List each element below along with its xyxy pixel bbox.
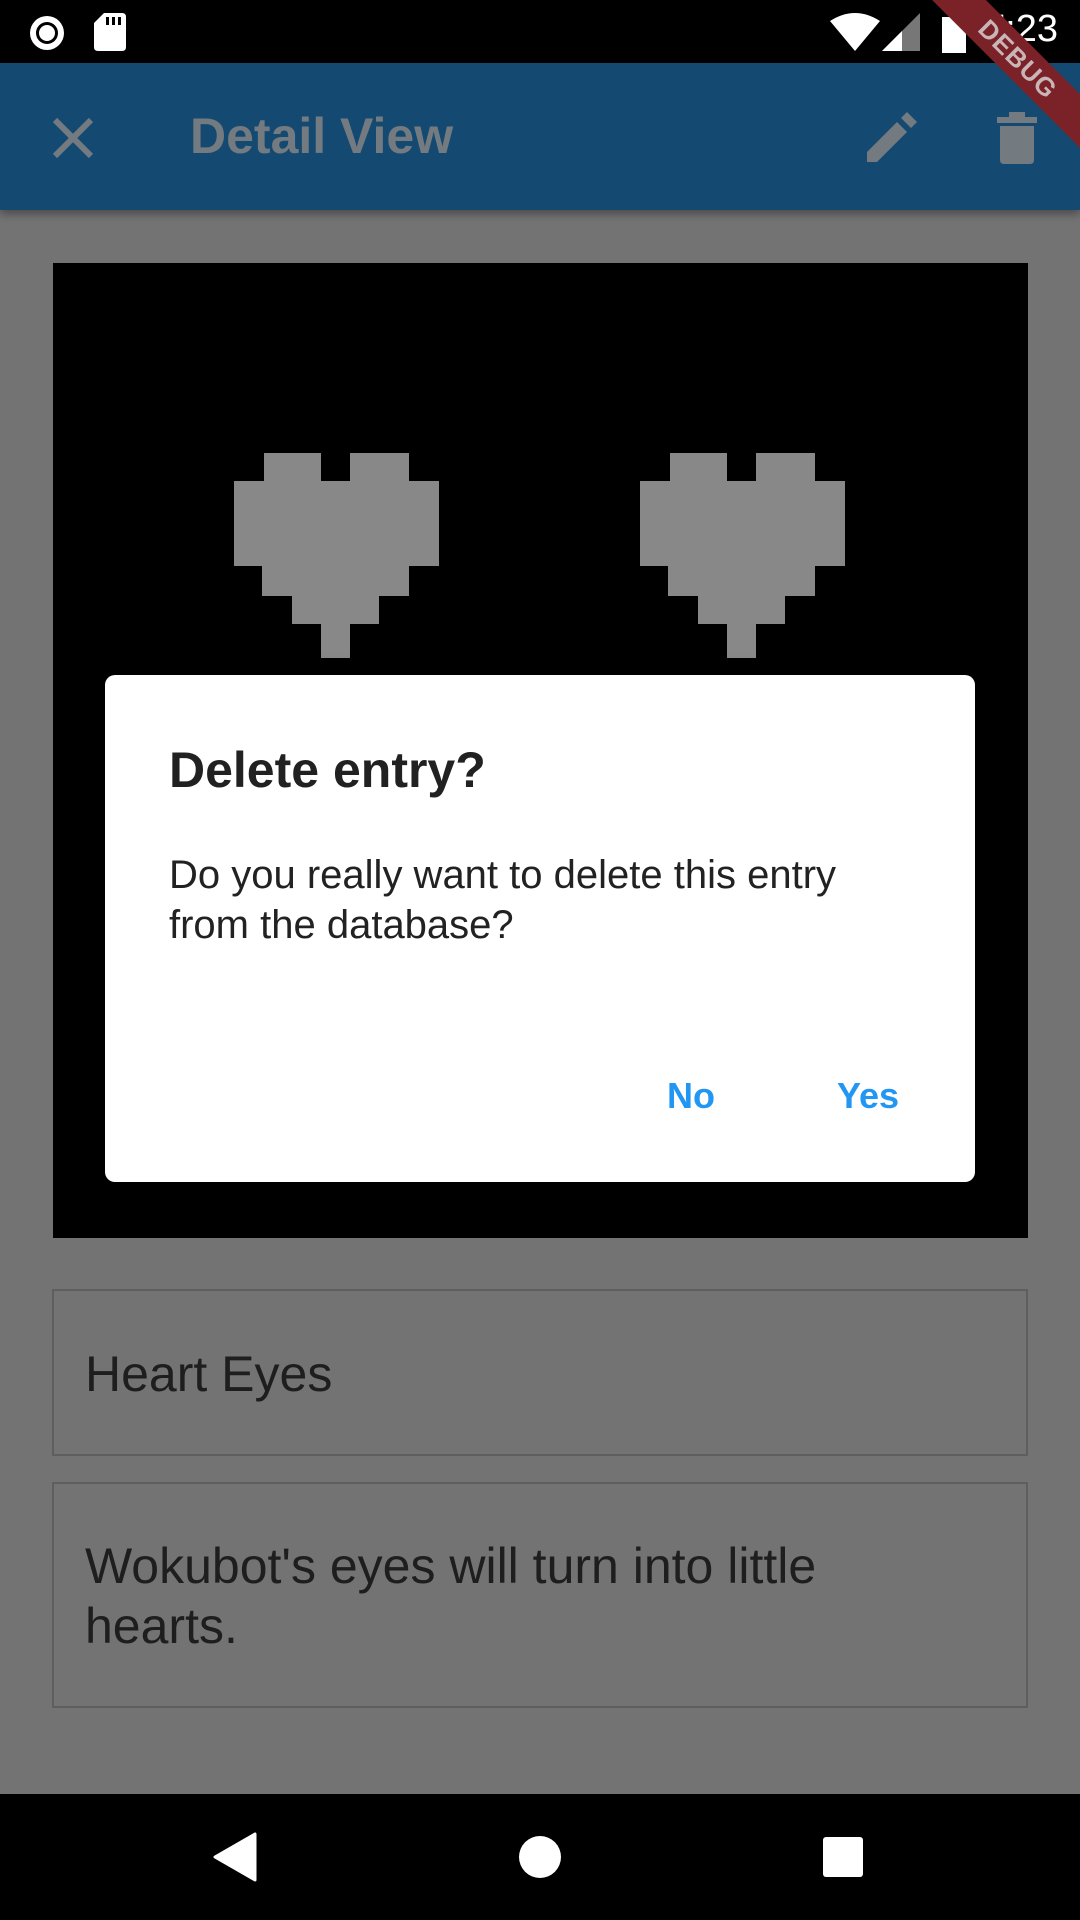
delete-dialog: Delete entry? Do you really want to dele… <box>105 675 975 1182</box>
heart-left-icon <box>234 453 439 658</box>
edit-icon <box>867 112 917 162</box>
battery-icon <box>942 13 966 53</box>
dialog-title: Delete entry? <box>169 742 486 798</box>
sd-card-icon <box>94 13 126 51</box>
nav-recents-button[interactable] <box>810 1824 876 1890</box>
yes-button[interactable]: Yes <box>817 1065 919 1127</box>
system-nav-bar <box>0 1794 1080 1920</box>
page-title: Detail View <box>190 108 454 164</box>
heart-right-icon <box>640 453 845 658</box>
record-icon <box>30 16 64 50</box>
delete-button[interactable] <box>982 103 1052 173</box>
wifi-icon <box>830 13 880 51</box>
app-bar: Detail View <box>0 63 1080 210</box>
back-icon <box>213 1832 257 1882</box>
recents-icon <box>823 1837 863 1877</box>
home-icon <box>519 1836 561 1878</box>
nav-home-button[interactable] <box>507 1824 573 1890</box>
signal-icon <box>882 13 920 51</box>
status-time: 7:23 <box>984 8 1058 50</box>
nav-back-button[interactable] <box>202 1824 268 1890</box>
edit-button[interactable] <box>856 103 926 173</box>
entry-description: Wokubot's eyes will turn into little hea… <box>52 1482 1028 1708</box>
close-icon <box>52 117 94 159</box>
entry-title: Heart Eyes <box>52 1289 1028 1456</box>
status-bar: 7:23 <box>0 0 1080 63</box>
no-button[interactable]: No <box>647 1065 735 1127</box>
trash-icon <box>997 112 1037 164</box>
dialog-message: Do you really want to delete this entry … <box>169 853 837 947</box>
close-button[interactable] <box>38 103 108 173</box>
